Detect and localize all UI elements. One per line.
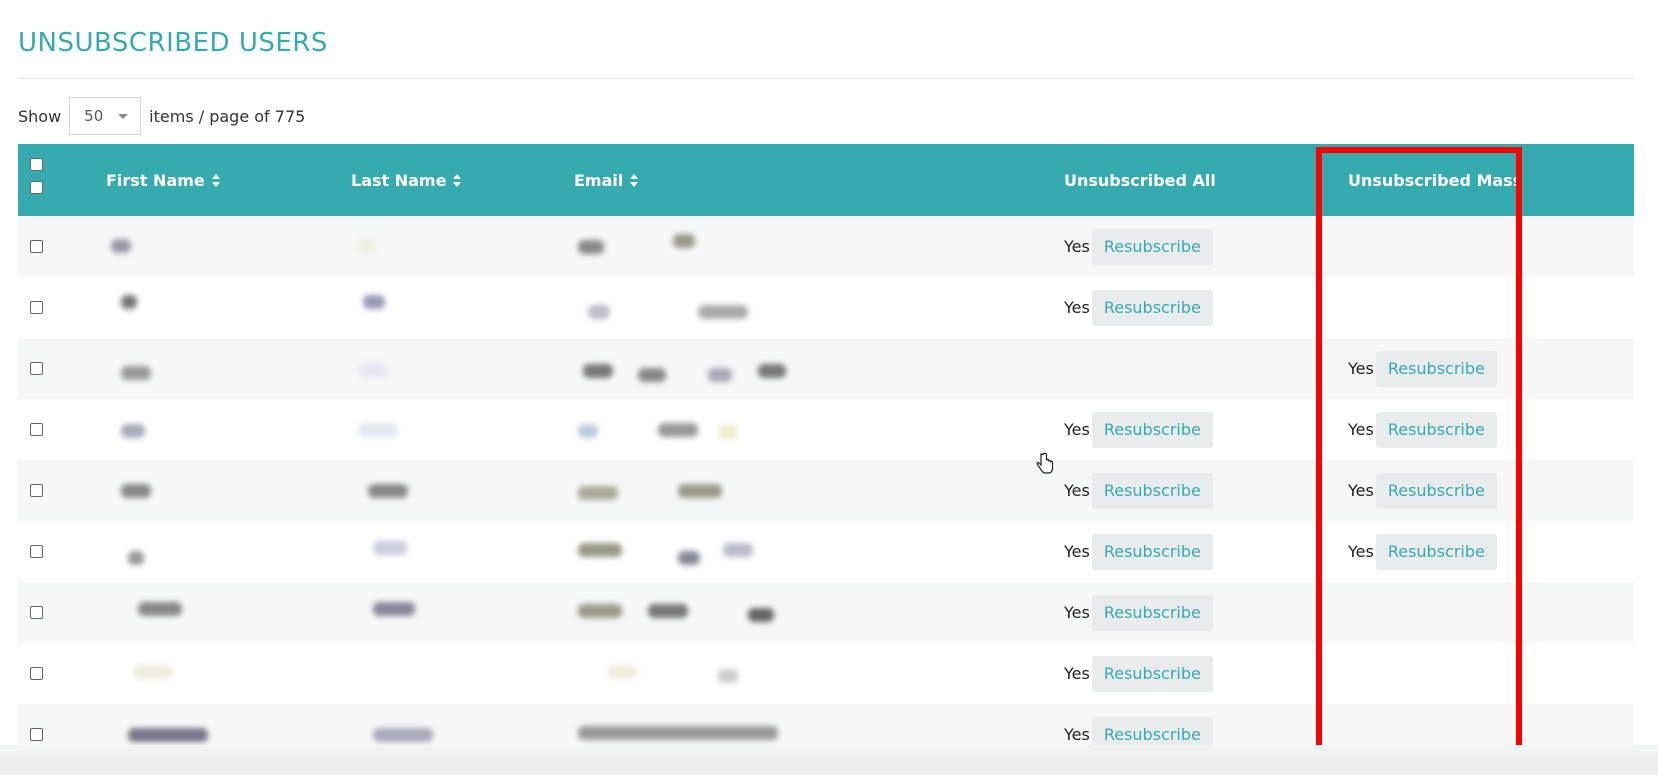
bottom-shade	[0, 745, 1658, 775]
pagination-controls: Show 50 items / page of 775	[18, 96, 305, 136]
redacted-text	[748, 608, 774, 622]
redacted-text	[578, 604, 622, 618]
redacted-text	[718, 425, 738, 439]
redacted-text	[128, 728, 208, 742]
redacted-text	[718, 669, 738, 683]
col-first-name-label: First Name	[106, 170, 205, 190]
sort-arrows-icon[interactable]	[630, 173, 639, 187]
redacted-text	[758, 364, 786, 378]
unsubscribed-all-value: Yes	[1064, 237, 1090, 256]
page-title: UNSUBSCRIBED USERS	[18, 28, 328, 58]
unsubscribed-all-value: Yes	[1064, 603, 1090, 622]
redacted-text	[358, 239, 376, 253]
redacted-text	[358, 363, 388, 377]
redacted-text	[121, 484, 151, 498]
row-checkbox[interactable]	[30, 606, 43, 619]
resubscribe-button[interactable]: Resubscribe	[1091, 411, 1213, 448]
redacted-text	[121, 424, 145, 438]
unsubscribed-all-value: Yes	[1064, 725, 1090, 744]
row-checkbox[interactable]	[30, 728, 43, 741]
row-checkbox[interactable]	[30, 301, 43, 314]
unsubscribed-all-cell: Yes Resubscribe	[1064, 582, 1213, 643]
redacted-text	[583, 364, 613, 378]
resubscribe-button[interactable]: Resubscribe	[1091, 228, 1213, 265]
row-checkbox[interactable]	[30, 362, 43, 375]
col-email[interactable]: Email	[574, 144, 639, 216]
redacted-text	[373, 602, 415, 616]
chevron-down-icon	[118, 113, 129, 119]
redacted-text	[723, 543, 753, 557]
unsubscribed-all-value: Yes	[1064, 481, 1090, 500]
col-first-name[interactable]: First Name	[106, 144, 220, 216]
unsubscribed-all-value: Yes	[1064, 664, 1090, 683]
sort-arrows-icon[interactable]	[211, 173, 220, 187]
col-last-name[interactable]: Last Name	[351, 144, 462, 216]
redacted-text	[373, 541, 407, 555]
unsubscribed-all-value: Yes	[1064, 298, 1090, 317]
redacted-text	[578, 726, 778, 740]
highlight-box	[1316, 147, 1522, 763]
select-all-checkbox-secondary[interactable]	[30, 181, 43, 194]
unsubscribed-all-cell: Yes Resubscribe	[1064, 460, 1213, 521]
redacted-text	[708, 368, 732, 382]
resubscribe-button[interactable]: Resubscribe	[1091, 533, 1213, 570]
hand-pointer-icon	[1036, 452, 1054, 474]
col-last-name-label: Last Name	[351, 170, 447, 190]
resubscribe-button[interactable]: Resubscribe	[1091, 655, 1213, 692]
redacted-text	[363, 295, 385, 309]
page-size-select[interactable]: 50	[69, 97, 142, 135]
redacted-text	[133, 665, 173, 679]
redacted-text	[638, 368, 666, 382]
show-label: Show	[18, 106, 62, 126]
unsubscribed-all-cell: Yes Resubscribe	[1064, 216, 1213, 277]
redacted-text	[368, 484, 408, 498]
unsubscribed-all-value: Yes	[1064, 542, 1090, 561]
redacted-text	[678, 551, 700, 565]
page-size-value: 50	[84, 107, 104, 125]
row-checkbox[interactable]	[30, 423, 43, 436]
redacted-text	[358, 423, 398, 437]
row-checkbox[interactable]	[30, 484, 43, 497]
redacted-text	[128, 551, 144, 565]
sort-arrows-icon[interactable]	[453, 173, 462, 187]
redacted-text	[578, 486, 618, 500]
redacted-text	[121, 295, 137, 309]
col-email-label: Email	[574, 170, 624, 190]
redacted-text	[588, 305, 610, 319]
resubscribe-button[interactable]: Resubscribe	[1091, 472, 1213, 509]
resubscribe-button[interactable]: Resubscribe	[1091, 289, 1213, 326]
redacted-text	[578, 424, 598, 438]
divider	[18, 78, 1634, 79]
redacted-text	[578, 543, 622, 557]
redacted-text	[673, 234, 695, 248]
redacted-text	[678, 484, 722, 498]
unsubscribed-all-cell: Yes Resubscribe	[1064, 643, 1213, 704]
redacted-text	[121, 366, 151, 380]
redacted-text	[658, 423, 698, 437]
unsubscribed-all-cell: Yes Resubscribe	[1064, 521, 1213, 582]
redacted-text	[138, 602, 182, 616]
row-checkbox[interactable]	[30, 545, 43, 558]
unsubscribed-all-value: Yes	[1064, 420, 1090, 439]
col-unsubscribed-all: Unsubscribed All	[1064, 144, 1216, 216]
redacted-text	[698, 305, 748, 319]
unsubscribed-all-cell: Yes Resubscribe	[1064, 277, 1213, 338]
select-all-checkbox[interactable]	[30, 158, 43, 171]
row-checkbox[interactable]	[30, 240, 43, 253]
col-unsubscribed-all-label: Unsubscribed All	[1064, 170, 1216, 190]
unsubscribed-all-cell: Yes Resubscribe	[1064, 399, 1213, 460]
redacted-text	[608, 665, 638, 679]
redacted-text	[373, 728, 433, 742]
page-count-label: items / page of 775	[149, 106, 306, 126]
redacted-text	[578, 240, 604, 254]
row-checkbox[interactable]	[30, 667, 43, 680]
redacted-text	[111, 239, 131, 253]
redacted-text	[648, 604, 688, 618]
resubscribe-button[interactable]: Resubscribe	[1091, 594, 1213, 631]
